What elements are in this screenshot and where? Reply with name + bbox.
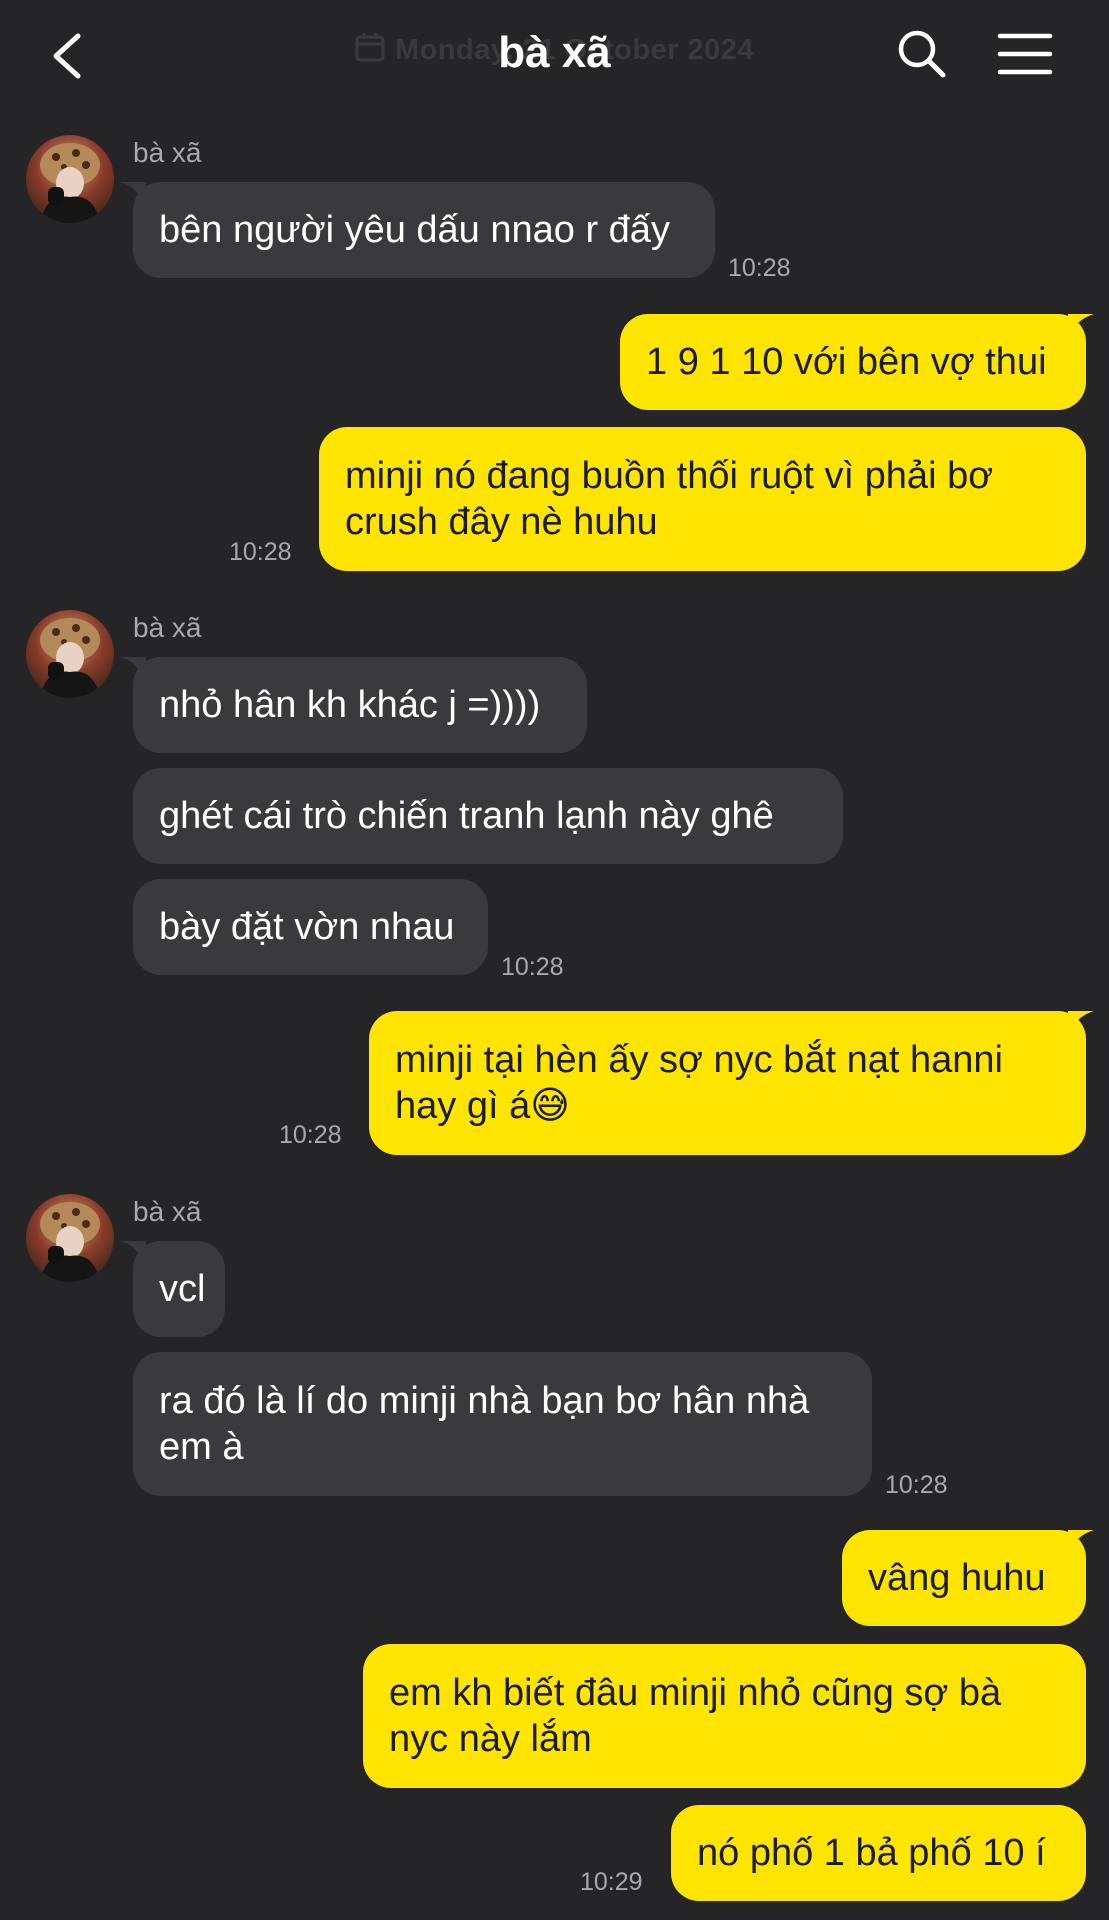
message-text: ra đó là lí do minji nhà bạn bơ hân nhà …	[159, 1380, 810, 1468]
message-bubble-outgoing[interactable]: minji nó đang buồn thối ruột vì phải bơ …	[319, 427, 1086, 571]
bubble-tail	[120, 182, 146, 208]
bubble-tail	[120, 1241, 146, 1267]
message-bubble-incoming[interactable]: ra đó là lí do minji nhà bạn bơ hân nhà …	[133, 1352, 872, 1496]
message-bubble-outgoing[interactable]: nó phố 1 bả phố 10 í	[671, 1805, 1086, 1901]
message-bubble-incoming[interactable]: nhỏ hân kh khác j =))))	[133, 657, 587, 753]
search-icon	[898, 30, 946, 78]
avatar-image	[26, 610, 114, 698]
message-bubble-incoming[interactable]: vcl	[133, 1241, 225, 1337]
contact-avatar[interactable]	[26, 610, 114, 698]
message-text: 1 9 1 10 với bên vợ thui	[646, 341, 1047, 383]
message-time: 10:28	[885, 1471, 948, 1499]
avatar-image	[26, 1194, 114, 1282]
message-time: 10:28	[279, 1121, 342, 1149]
bubble-tail	[120, 657, 146, 683]
message-text: ghét cái trò chiến tranh lạnh này ghê	[159, 795, 774, 837]
menu-button[interactable]	[996, 30, 1054, 78]
message-text: minji nó đang buồn thối ruột vì phải bơ …	[345, 455, 994, 543]
message-text: vcl	[159, 1268, 206, 1310]
hamburger-menu-icon	[997, 33, 1053, 75]
message-bubble-outgoing[interactable]: vâng huhu	[842, 1530, 1086, 1626]
message-time: 10:28	[501, 953, 564, 981]
message-bubble-outgoing[interactable]: em kh biết đâu minji nhỏ cũng sợ bà nyc …	[363, 1644, 1086, 1788]
sender-name: bà xã	[133, 612, 202, 643]
message-text: minji tại hèn ấy sợ nyc bắt nạt hanni ha…	[395, 1039, 1003, 1127]
message-bubble-incoming[interactable]: bày đặt vờn nhau	[133, 879, 488, 975]
message-bubble-incoming[interactable]: ghét cái trò chiến tranh lạnh này ghê	[133, 768, 843, 864]
contact-avatar[interactable]	[26, 1194, 114, 1282]
sender-name: bà xã	[133, 137, 202, 168]
message-time: 10:29	[580, 1868, 643, 1896]
message-bubble-outgoing[interactable]: 1 9 1 10 với bên vợ thui	[620, 314, 1086, 410]
message-time: 10:28	[728, 254, 791, 282]
message-text: bên người yêu dấu nnao r đấy	[159, 209, 670, 251]
search-button[interactable]	[896, 28, 948, 80]
message-text: nó phố 1 bả phố 10 í	[697, 1832, 1046, 1874]
message-text: bày đặt vờn nhau	[159, 906, 455, 948]
contact-avatar[interactable]	[26, 135, 114, 223]
message-text: em kh biết đâu minji nhỏ cũng sợ bà nyc …	[389, 1672, 1002, 1760]
sender-name: bà xã	[133, 1196, 202, 1227]
message-bubble-outgoing[interactable]: minji tại hèn ấy sợ nyc bắt nạt hanni ha…	[369, 1011, 1086, 1155]
bubble-tail	[1068, 1011, 1094, 1037]
message-text: nhỏ hân kh khác j =))))	[159, 684, 541, 726]
message-time: 10:28	[229, 538, 292, 566]
chat-header: Monday, 21 October 2024 bà xã	[0, 0, 1109, 112]
message-bubble-incoming[interactable]: bên người yêu dấu nnao r đấy	[133, 182, 715, 278]
bubble-tail	[1068, 1530, 1094, 1556]
message-text: vâng huhu	[868, 1557, 1046, 1599]
avatar-image	[26, 135, 114, 223]
bubble-tail	[1068, 314, 1094, 340]
